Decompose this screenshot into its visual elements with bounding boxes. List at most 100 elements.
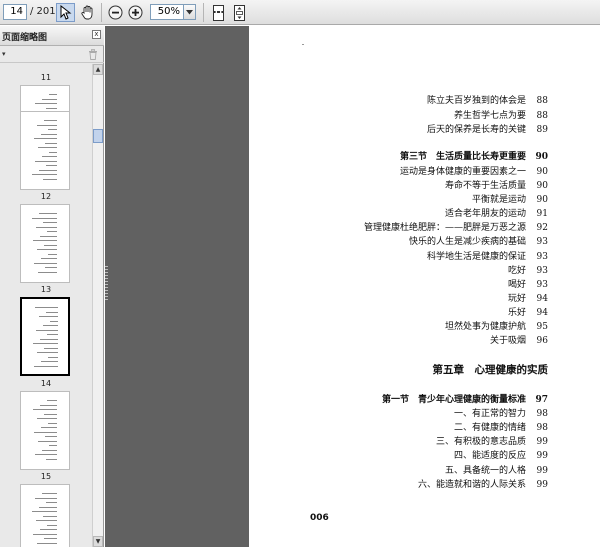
- options-menu-button[interactable]: ▾: [2, 50, 6, 58]
- zoom-input[interactable]: 50%: [150, 4, 184, 20]
- zoom-dropdown[interactable]: [184, 4, 196, 20]
- toc-entry-title: 喝好: [507, 280, 526, 290]
- toc-entry: 运动是身体健康的重要因素之一 90: [400, 164, 548, 177]
- thumbnail-text-line: [36, 226, 57, 228]
- thumbnail-text-line: [47, 231, 57, 232]
- thumbnail-text-line: [32, 511, 57, 512]
- toc-entry: 关于吸烟 96: [490, 333, 548, 346]
- page-thumbnail[interactable]: [20, 484, 70, 547]
- toc-entry: 养生哲学七点为要 88: [454, 108, 548, 121]
- toc-entry: 吃好 93: [508, 263, 548, 276]
- thumbnail-text-line: [46, 107, 57, 109]
- thumbnail-text-line: [48, 356, 58, 358]
- toc-entry-page: 90: [536, 195, 548, 205]
- toc-entry-title: 乐好: [507, 308, 526, 318]
- thumbnail-text-line: [36, 520, 57, 521]
- thumbnail-text-line: [44, 244, 57, 246]
- toc-entry: 陈立夫百岁独到的体会是 88: [427, 93, 548, 106]
- thumbnail-page-label: 12: [40, 192, 52, 201]
- toc-entry-page: 98: [536, 409, 548, 419]
- toc-entry-page: 91: [536, 209, 548, 219]
- thumbnail-text-line: [45, 267, 57, 268]
- zoom-dropdown-icon: [186, 9, 193, 14]
- fit-width-button[interactable]: [209, 3, 228, 22]
- toc-entry-title: 关于吸烟: [489, 336, 526, 346]
- document-view[interactable]: 陈立夫百岁独到的体会是 88 养生哲学七点为要 88 后天的保养是长寿的关键 89 第三节 …: [105, 26, 600, 547]
- select-tool-button[interactable]: [56, 3, 75, 22]
- toc-entry-title: 适合老年朋友的运动: [444, 209, 526, 219]
- thumbnail-text-line: [37, 352, 58, 353]
- thumbnail-text-line: [40, 338, 58, 340]
- toc-entry-title: 快乐的人生是减少疾病的基础: [408, 237, 526, 247]
- thumbnail-text-line: [46, 458, 57, 460]
- toc-entry-title: 吃好: [507, 266, 526, 276]
- toc-entry: 六、能造就和谐的人际关系 99: [418, 477, 548, 490]
- thumbnail-text-line: [37, 249, 57, 250]
- toc-entry: 快乐的人生是减少疾病的基础 93: [409, 234, 548, 247]
- thumbnail-text-line: [32, 217, 57, 219]
- toc-entry-title: 寿命不等于生活质量: [444, 181, 526, 191]
- thumbnail-text-line: [33, 240, 57, 241]
- toc-entry-title: 二、有健康的情绪: [453, 423, 526, 433]
- thumbnail-text-line: [38, 147, 57, 148]
- thumbnail-text-line: [39, 316, 58, 317]
- page-thumbnail[interactable]: [20, 111, 70, 190]
- thumbnail-text-line: [39, 213, 57, 214]
- thumbnail-text-line: [34, 431, 57, 433]
- toc-entry: 喝好 93: [508, 277, 548, 290]
- page-number-input[interactable]: 14: [3, 4, 27, 20]
- thumbnail-text-line: [47, 400, 57, 401]
- page-thumbnail[interactable]: [20, 204, 70, 283]
- thumbnail-text-line: [43, 222, 57, 223]
- thumbnail-text-line: [41, 427, 57, 428]
- toc-entry: 五、具备统一的人格 99: [445, 463, 548, 476]
- thumbnail-text-line: [45, 436, 57, 437]
- toc-entry-page: 99: [536, 480, 548, 490]
- panel-options-bar: ▾: [0, 47, 104, 63]
- thumbnail-text-line: [41, 258, 57, 259]
- document-page: 陈立夫百岁独到的体会是 88 养生哲学七点为要 88 后天的保养是长寿的关键 89 第三节 …: [249, 26, 600, 547]
- thumbnail-text-line: [42, 156, 57, 157]
- toc-entry: 管理健康杜绝肥胖：——肥胖是万恶之源 92: [364, 220, 548, 233]
- scroll-up-button[interactable]: ▲: [93, 64, 103, 75]
- page-thumbnail[interactable]: [20, 297, 70, 376]
- thumbnail-text-line: [48, 129, 57, 130]
- fit-page-icon: [234, 4, 245, 21]
- thumbnail-text-line: [33, 533, 57, 535]
- toc-entry: 一、有正常的智力 98: [454, 406, 548, 419]
- toc-entry: 后天的保养是长寿的关键 89: [427, 122, 548, 135]
- zoom-in-button[interactable]: [126, 3, 145, 22]
- thumbnail-page-label: 13: [40, 285, 52, 294]
- toc-entry-page: 93: [536, 252, 548, 262]
- fit-page-button[interactable]: [230, 3, 249, 22]
- panel-splitter-handle[interactable]: [105, 266, 108, 302]
- thumbnail-text-line: [40, 529, 57, 530]
- thumbnail-text-line: [44, 413, 57, 415]
- toolbar-separator: [203, 3, 204, 22]
- page-thumbnail[interactable]: [20, 391, 70, 470]
- toc-entry: 四、能适度的反应 99: [454, 448, 548, 461]
- toc-entry-title: 四、能适度的反应: [453, 451, 526, 461]
- toc-entry: 三、有积极的意志品质 99: [436, 434, 548, 447]
- thumbnail-text-line: [46, 165, 57, 166]
- toc-entry: 第三节 生活质量比长寿更重要 90: [400, 149, 548, 162]
- thumbnail-text-line: [44, 538, 57, 539]
- thumbnail-text-line: [50, 320, 58, 322]
- thumbnail-text-line: [36, 329, 58, 331]
- zoom-out-button[interactable]: [106, 3, 125, 22]
- panel-header: 页面缩略图 x: [0, 26, 104, 46]
- thumbnail-text-line: [35, 103, 57, 104]
- toc-entry-page: 95: [536, 322, 548, 332]
- thumbnail-scrollbar[interactable]: ▲ ▼: [92, 64, 103, 547]
- toc-entry-page: 99: [536, 437, 548, 447]
- hand-tool-button[interactable]: [78, 3, 97, 22]
- scroll-down-button[interactable]: ▼: [93, 536, 103, 547]
- panel-close-button[interactable]: x: [92, 30, 101, 39]
- scrollbar-thumb[interactable]: [93, 129, 103, 143]
- thumbnail-text-line: [42, 493, 57, 494]
- toolbar-separator: [101, 3, 102, 22]
- toc-entry-page: 94: [536, 308, 548, 318]
- toc-entry-title: 陈立夫百岁独到的体会是: [426, 96, 526, 106]
- trash-icon[interactable]: [88, 49, 98, 60]
- toc-entry-title: 第三节 生活质量比长寿更重要: [399, 152, 526, 162]
